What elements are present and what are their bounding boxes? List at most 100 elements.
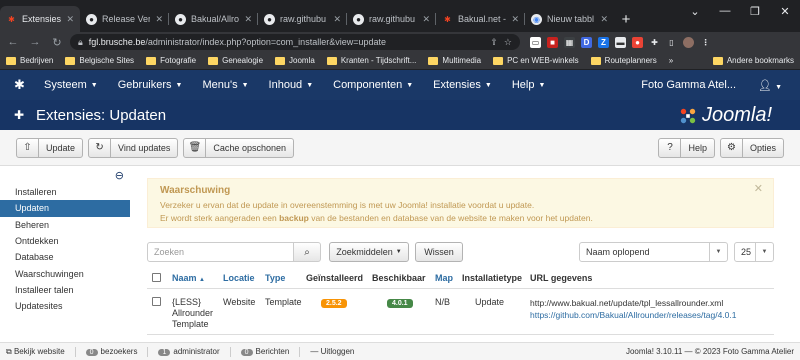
browser-tab[interactable]: ✱ Extensies: Up ✕	[0, 6, 80, 32]
other-bookmarks[interactable]: Andere bookmarks	[712, 56, 794, 65]
available-version-badge: 4.0.1	[387, 299, 413, 308]
sidebar-item-database[interactable]: Database	[0, 249, 130, 265]
browser-tab[interactable]: ● raw.githubu ✕	[347, 6, 436, 32]
search-button[interactable]: ⌕	[293, 242, 321, 262]
extension-icon[interactable]: ▭	[530, 36, 541, 48]
minimize-icon[interactable]: —	[710, 0, 740, 22]
button-label: Zoekmiddelen	[336, 247, 393, 257]
tab-search-icon[interactable]: ⌄	[680, 0, 710, 22]
browser-tab[interactable]: ● Release Vers ✕	[80, 6, 169, 32]
column-header-name[interactable]: Naam ▲	[172, 273, 223, 283]
visitors-status[interactable]: 0 bezoekers	[85, 347, 137, 356]
forward-icon[interactable]: →	[26, 36, 44, 48]
admins-status[interactable]: 1 administrator	[158, 347, 220, 356]
close-icon[interactable]: ✕	[66, 14, 74, 25]
browser-tab[interactable]: ✱ Bakual.net - ✕	[436, 6, 525, 32]
user-menu-icon[interactable]: 👤︎ ▼	[758, 79, 782, 92]
lock-icon[interactable]: 🔒︎	[78, 37, 83, 48]
browser-tab[interactable]: ◉ Nieuw tabbl ✕	[525, 6, 614, 32]
github-icon: ●	[86, 13, 97, 25]
bookmark-folder[interactable]: PC en WEB-winkels	[493, 56, 579, 65]
browser-tab[interactable]: ● Bakual/Allro ✕	[169, 6, 258, 32]
column-header-type[interactable]: Type	[265, 273, 306, 283]
collapse-sidebar-icon[interactable]: ⊖	[115, 169, 124, 182]
close-icon[interactable]: ✕	[155, 14, 163, 25]
search-tools-button[interactable]: Zoekmiddelen ▼	[329, 242, 409, 262]
bookmark-folder[interactable]: Multimedia	[428, 56, 481, 65]
button-label: Help	[688, 142, 707, 153]
bookmark-folder[interactable]: Kranten - Tijdschrift...	[326, 56, 416, 65]
extension-icon[interactable]: ■	[547, 36, 558, 48]
clear-button[interactable]: Wissen	[415, 242, 463, 262]
bookmark-folder[interactable]: Bedrijven	[6, 56, 53, 65]
sidebar-item-installeren[interactable]: Installeren	[0, 184, 130, 200]
kebab-menu-icon[interactable]: ⋮	[700, 37, 711, 48]
maximize-icon[interactable]: ❐	[740, 0, 770, 22]
close-icon[interactable]: ✕	[422, 14, 430, 25]
find-updates-button[interactable]: ↻ Vind updates	[88, 137, 179, 158]
column-header-folder[interactable]: Map	[435, 273, 462, 283]
avatar[interactable]	[683, 36, 694, 48]
update-button[interactable]: ⇧ Update	[16, 137, 84, 158]
menu-gebruikers[interactable]: Gebruikers ▼	[118, 79, 183, 91]
menu-extensies[interactable]: Extensies ▼	[433, 79, 492, 91]
sidebar-item-ontdekken[interactable]: Ontdekken	[0, 233, 130, 249]
divider	[299, 346, 301, 357]
close-window-icon[interactable]: ✕	[770, 0, 800, 22]
logout-link[interactable]: — Uitloggen	[310, 347, 354, 356]
table-row: {LESS} Allrounder Template Website Templ…	[147, 289, 774, 335]
bookmark-star-icon[interactable]: ☆	[504, 37, 512, 48]
menu-systeem[interactable]: Systeem ▼	[44, 79, 98, 91]
toolbar: ⇧ Update ↻ Vind updates 🗑︎ Cache opschon…	[0, 130, 800, 166]
close-icon[interactable]: ✕	[600, 14, 608, 25]
bookmark-folder[interactable]: Joomla	[275, 56, 315, 65]
view-site-link[interactable]: ⧉ Bekijk website	[6, 347, 65, 357]
close-icon[interactable]: ✕	[511, 14, 519, 25]
bookmarks-overflow[interactable]: »	[669, 56, 673, 65]
column-header-location[interactable]: Locatie	[223, 273, 265, 283]
sidebar-item-updatesites[interactable]: Updatesites	[0, 298, 130, 314]
bookmark-label: Genealogie	[222, 56, 264, 65]
browser-tab[interactable]: ● raw.githubu ✕	[258, 6, 347, 32]
sidebar-item-waarschuwingen[interactable]: Waarschuwingen	[0, 265, 130, 281]
options-button[interactable]: ⚙ Opties	[719, 137, 784, 158]
alert-text: van de bestanden en database van de webs…	[308, 213, 593, 223]
puzzle-icon[interactable]: ✚	[649, 37, 660, 48]
joomla-icon[interactable]: ✱	[14, 77, 32, 93]
messages-status[interactable]: 0 Berichten	[240, 347, 289, 356]
close-icon[interactable]: ✕	[333, 14, 341, 25]
bookmark-folder[interactable]: Routeplanners	[590, 56, 657, 65]
help-button[interactable]: ? Help	[658, 137, 715, 158]
extension-icon[interactable]: Z	[598, 36, 609, 48]
sidebar-item-updaten[interactable]: Updaten	[0, 200, 130, 217]
new-tab-button[interactable]: +	[614, 6, 638, 32]
sidebar-item-beheren[interactable]: Beheren	[0, 217, 130, 233]
url-field[interactable]: 🔒︎ fgl.brusche.be/administrator/index.ph…	[70, 34, 520, 50]
menu-componenten[interactable]: Componenten ▼	[333, 79, 413, 91]
search-input[interactable]: Zoeken	[147, 242, 294, 262]
bookmark-folder[interactable]: Belgische Sites	[65, 56, 134, 65]
release-info-link[interactable]: https://github.com/Bakual/Allrounder/rel…	[530, 309, 774, 321]
close-icon[interactable]: ✕	[244, 14, 252, 25]
share-icon[interactable]: ⇪	[490, 37, 498, 48]
reload-icon[interactable]: ↻	[48, 36, 66, 49]
clear-cache-button[interactable]: 🗑︎ Cache opschonen	[183, 137, 294, 158]
bookmark-folder[interactable]: Fotografie	[146, 56, 196, 65]
extension-icon[interactable]: ●	[632, 36, 643, 48]
menu-inhoud[interactable]: Inhoud ▼	[269, 79, 314, 91]
extension-icon[interactable]: ▦	[564, 36, 575, 48]
extension-icon[interactable]: D	[581, 36, 592, 48]
sidebar-item-installeer-talen[interactable]: Installeer talen	[0, 282, 130, 298]
ordering-select[interactable]: Naam oplopend ▼	[579, 242, 728, 262]
menu-menus[interactable]: Menu's ▼	[202, 79, 248, 91]
limit-select[interactable]: 25 ▼	[734, 242, 774, 262]
menu-help[interactable]: Help ▼	[512, 79, 546, 91]
close-icon[interactable]: ✕	[754, 183, 763, 196]
bookmark-folder[interactable]: Genealogie	[208, 56, 263, 65]
back-icon[interactable]: ←	[4, 36, 22, 48]
extension-icon[interactable]: ▬	[615, 36, 626, 48]
site-name-link[interactable]: Foto Gamma Atel...	[641, 79, 736, 91]
side-panel-icon[interactable]: ▯	[666, 37, 677, 48]
row-checkbox[interactable]	[152, 297, 161, 306]
select-all-checkbox[interactable]	[152, 273, 161, 282]
